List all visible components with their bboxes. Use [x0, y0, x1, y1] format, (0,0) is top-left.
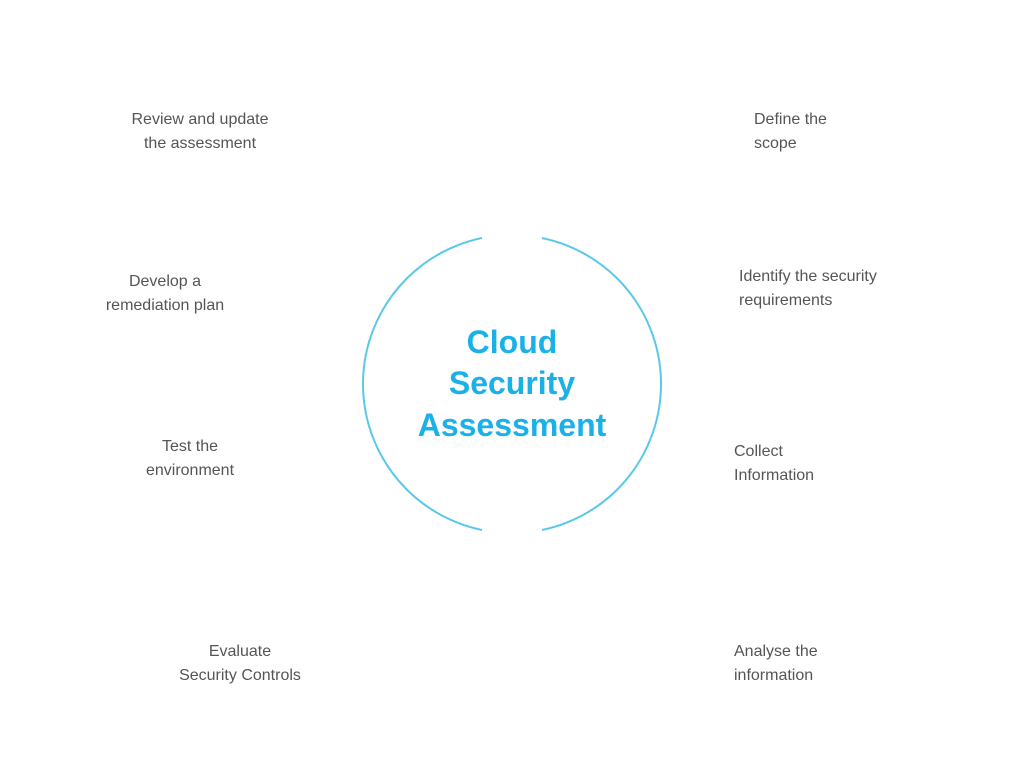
label-bottom-right: Analyse the information [734, 640, 934, 688]
label-bottom-left-line2: Security Controls [179, 667, 301, 684]
label-bottom-left: Evaluate Security Controls [130, 640, 350, 688]
label-middle-left-line2: remediation plan [106, 297, 224, 314]
label-bottom-right-line1: Analyse the [734, 643, 818, 660]
label-center-left-line1: Test the [162, 438, 218, 455]
label-bottom-right-line2: information [734, 667, 813, 684]
label-middle-right-line1: Identify the security [739, 268, 877, 285]
center-title: Cloud Security Assessment [418, 322, 607, 447]
title-line3: Assessment [418, 407, 607, 443]
diagram-container: Cloud Security Assessment Review and upd… [0, 0, 1024, 768]
label-center-left-line2: environment [146, 462, 234, 479]
label-center-right: Collect Information [734, 440, 934, 488]
label-top-left-line1: Review and update [132, 111, 269, 128]
label-center-right-line2: Information [734, 467, 814, 484]
label-middle-right-line2: requirements [739, 292, 832, 309]
title-line2: Security [449, 365, 575, 401]
label-middle-left-line1: Develop a [129, 273, 201, 290]
label-middle-right: Identify the security requirements [739, 265, 969, 313]
label-bottom-left-line1: Evaluate [209, 643, 271, 660]
label-top-right: Define the scope [754, 108, 934, 156]
label-center-left: Test the environment [90, 435, 290, 483]
label-middle-left: Develop a remediation plan [55, 270, 275, 318]
title-line1: Cloud [467, 324, 558, 360]
label-top-right-line2: scope [754, 135, 797, 152]
center-circle: Cloud Security Assessment [362, 234, 662, 534]
label-top-left-line2: the assessment [144, 135, 256, 152]
label-top-right-line1: Define the [754, 111, 827, 128]
label-top-left: Review and update the assessment [90, 108, 310, 156]
label-center-right-line1: Collect [734, 443, 783, 460]
